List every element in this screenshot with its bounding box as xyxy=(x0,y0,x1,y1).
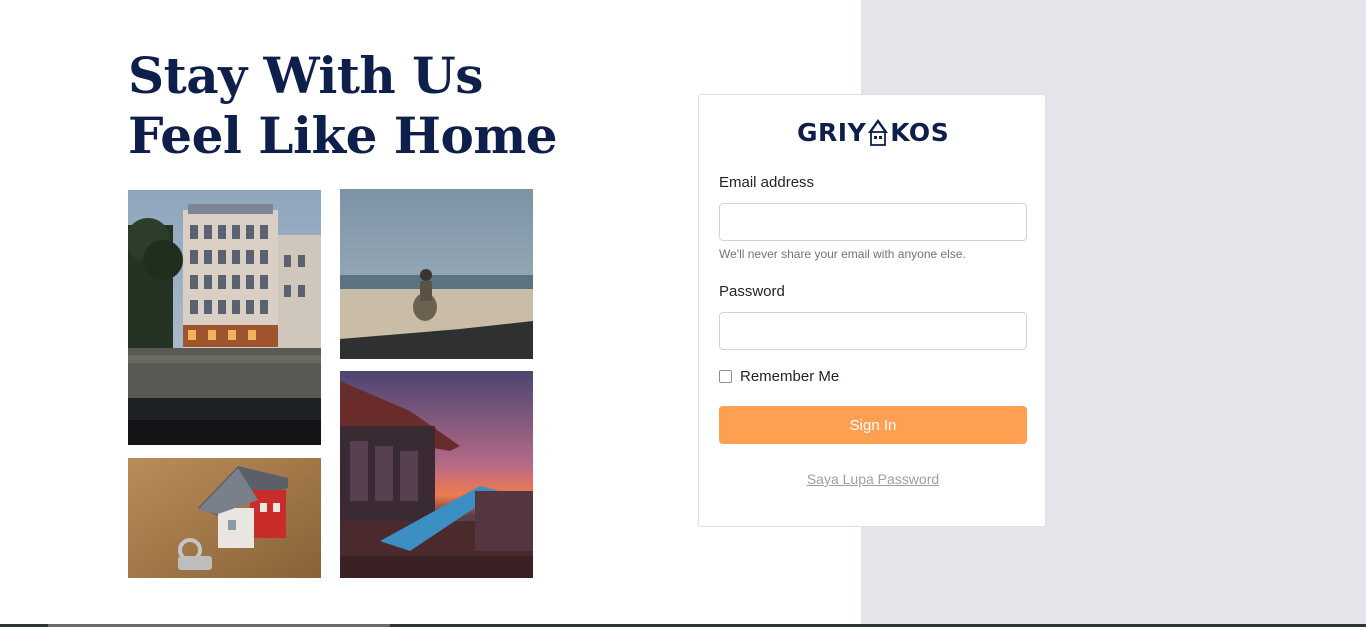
password-input[interactable] xyxy=(719,312,1027,350)
sign-in-button[interactable]: Sign In xyxy=(719,406,1027,444)
pool-sunset-photo xyxy=(340,371,533,578)
email-help-text: We'll never share your email with anyone… xyxy=(719,247,966,261)
hotel-building-photo xyxy=(128,190,321,445)
remember-me-label[interactable]: Remember Me xyxy=(740,368,839,385)
email-input[interactable] xyxy=(719,203,1027,241)
forgot-password-link[interactable]: Saya Lupa Password xyxy=(719,471,1027,487)
logo-text-right: KOS xyxy=(890,117,950,147)
login-card xyxy=(698,94,1046,527)
house-keys-photo xyxy=(128,458,321,578)
griyakos-logo: GRIY KOS xyxy=(797,115,949,149)
beach-photo xyxy=(340,189,533,359)
password-label: Password xyxy=(719,283,785,300)
logo-text-left: GRIY xyxy=(797,117,867,147)
house-logo-icon xyxy=(868,119,889,146)
hero-line-1: Stay With Us xyxy=(128,46,483,105)
remember-me-checkbox[interactable] xyxy=(719,370,732,383)
email-label: Email address xyxy=(719,174,815,191)
hero-line-2: Feel Like Home xyxy=(128,106,558,165)
hero-headline: Stay With Us Feel Like Home xyxy=(128,46,558,166)
